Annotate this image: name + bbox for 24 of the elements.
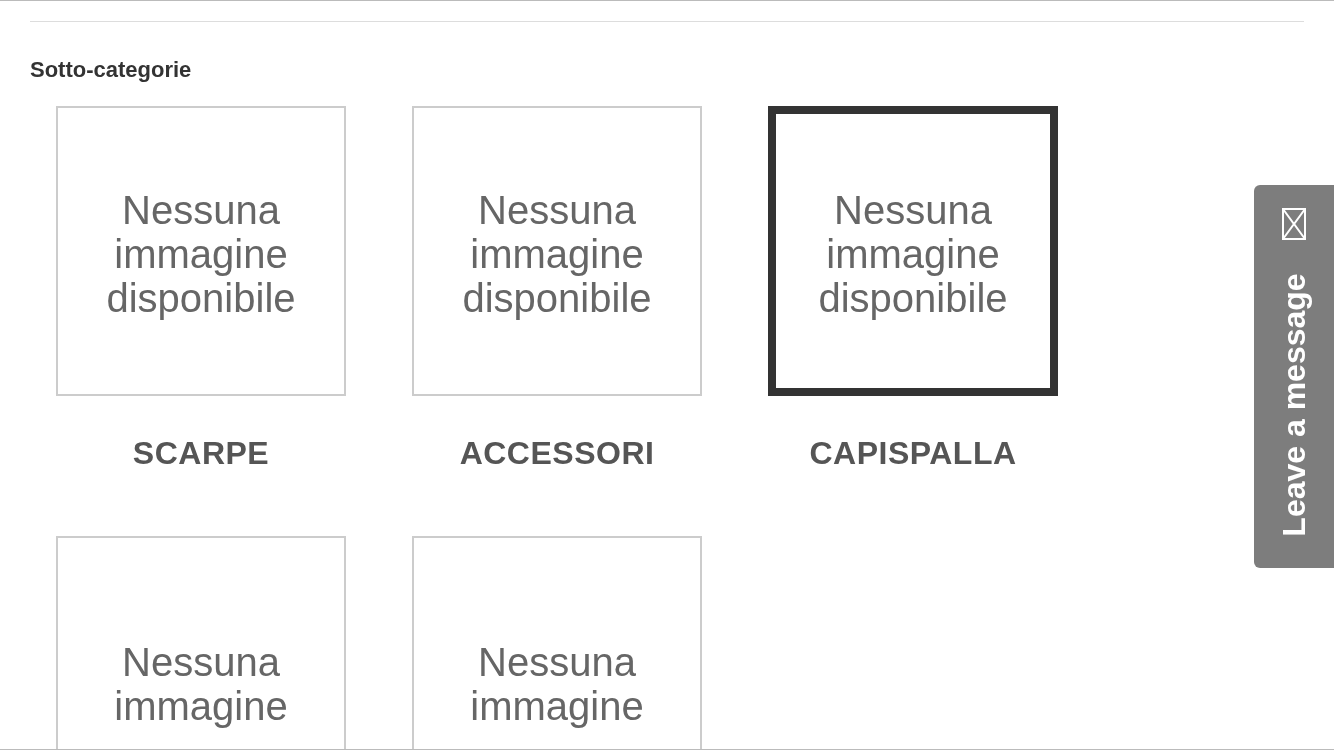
category-image[interactable]: Nessuna immagine disponibile [768,106,1058,396]
category-link[interactable]: ACCESSORI [459,436,655,470]
category-link[interactable]: SCARPE [132,436,270,470]
placeholder-text: disponibile [106,276,296,320]
placeholder-text: Nessuna [122,640,280,684]
placeholder-text: Nessuna [122,188,280,232]
placeholder-text: disponibile [818,276,1008,320]
placeholder-text: immagine [114,232,288,276]
placeholder-text: Nessuna [478,188,636,232]
section-title: Sotto-categorie [30,56,192,84]
placeholder-text: immagine [826,232,1000,276]
category-image[interactable]: Nessuna immagine disponibile [56,106,346,396]
category-image[interactable]: Nessuna immagine [56,536,346,749]
placeholder-text: disponibile [462,276,652,320]
category-image[interactable]: Nessuna immagine disponibile [412,106,702,396]
placeholder-text: immagine [470,232,644,276]
category-image[interactable]: Nessuna immagine [412,536,702,749]
envelope-icon [1281,207,1307,241]
placeholder-text: Nessuna [478,640,636,684]
category-link[interactable]: CAPISPALLA [809,436,1017,470]
leave-message-tab[interactable]: Leave a message [1254,185,1334,568]
placeholder-text: immagine [470,684,644,728]
placeholder-text: Nessuna [834,188,992,232]
placeholder-text: immagine [114,684,288,728]
